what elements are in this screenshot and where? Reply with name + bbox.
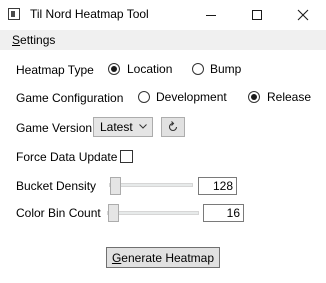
game-version-value: Latest <box>100 120 133 134</box>
force-data-update-checkbox[interactable] <box>120 150 133 163</box>
chevron-down-icon <box>139 124 147 129</box>
app-icon <box>8 8 20 20</box>
radio-development-label[interactable]: Development <box>156 90 227 104</box>
generate-heatmap-label: Generate Heatmap <box>111 251 215 265</box>
menu-settings[interactable]: Settings <box>12 33 55 47</box>
minimize-button[interactable] <box>188 0 234 30</box>
maximize-icon <box>252 10 262 20</box>
radio-development[interactable] <box>138 91 150 103</box>
radio-release[interactable] <box>248 91 260 103</box>
refresh-icon <box>168 121 178 132</box>
minimize-icon <box>206 15 216 16</box>
maximize-button[interactable] <box>234 0 280 30</box>
refresh-button[interactable] <box>161 117 185 137</box>
app-window: Til Nord Heatmap Tool Settings Heatmap T… <box>0 0 326 283</box>
bucket-density-slider-thumb[interactable] <box>110 177 121 195</box>
radio-location[interactable] <box>108 63 120 75</box>
game-configuration-label: Game Configuration <box>16 91 124 105</box>
radio-release-label[interactable]: Release <box>267 90 311 104</box>
radio-bump-label[interactable]: Bump <box>210 62 241 76</box>
close-icon <box>297 9 309 21</box>
radio-location-label[interactable]: Location <box>127 62 172 76</box>
bucket-density-input[interactable]: 128 <box>198 177 237 195</box>
menu-bar: Settings <box>0 30 326 50</box>
window-title: Til Nord Heatmap Tool <box>30 7 149 21</box>
title-bar: Til Nord Heatmap Tool <box>0 0 326 30</box>
bucket-density-label: Bucket Density <box>16 179 97 193</box>
radio-bump[interactable] <box>192 63 204 75</box>
color-bin-count-slider-track[interactable] <box>107 211 199 215</box>
generate-heatmap-button[interactable]: Generate Heatmap <box>106 247 220 268</box>
close-button[interactable] <box>280 0 326 30</box>
bucket-density-slider-track[interactable] <box>109 183 193 187</box>
heatmap-type-label: Heatmap Type <box>16 63 94 77</box>
game-version-dropdown[interactable]: Latest <box>93 117 153 137</box>
color-bin-count-label: Color Bin Count <box>16 206 101 220</box>
color-bin-count-slider-thumb[interactable] <box>108 204 119 222</box>
force-data-update-label: Force Data Update <box>16 150 118 164</box>
game-version-label: Game Version <box>16 121 93 135</box>
color-bin-count-input[interactable]: 16 <box>203 204 244 222</box>
